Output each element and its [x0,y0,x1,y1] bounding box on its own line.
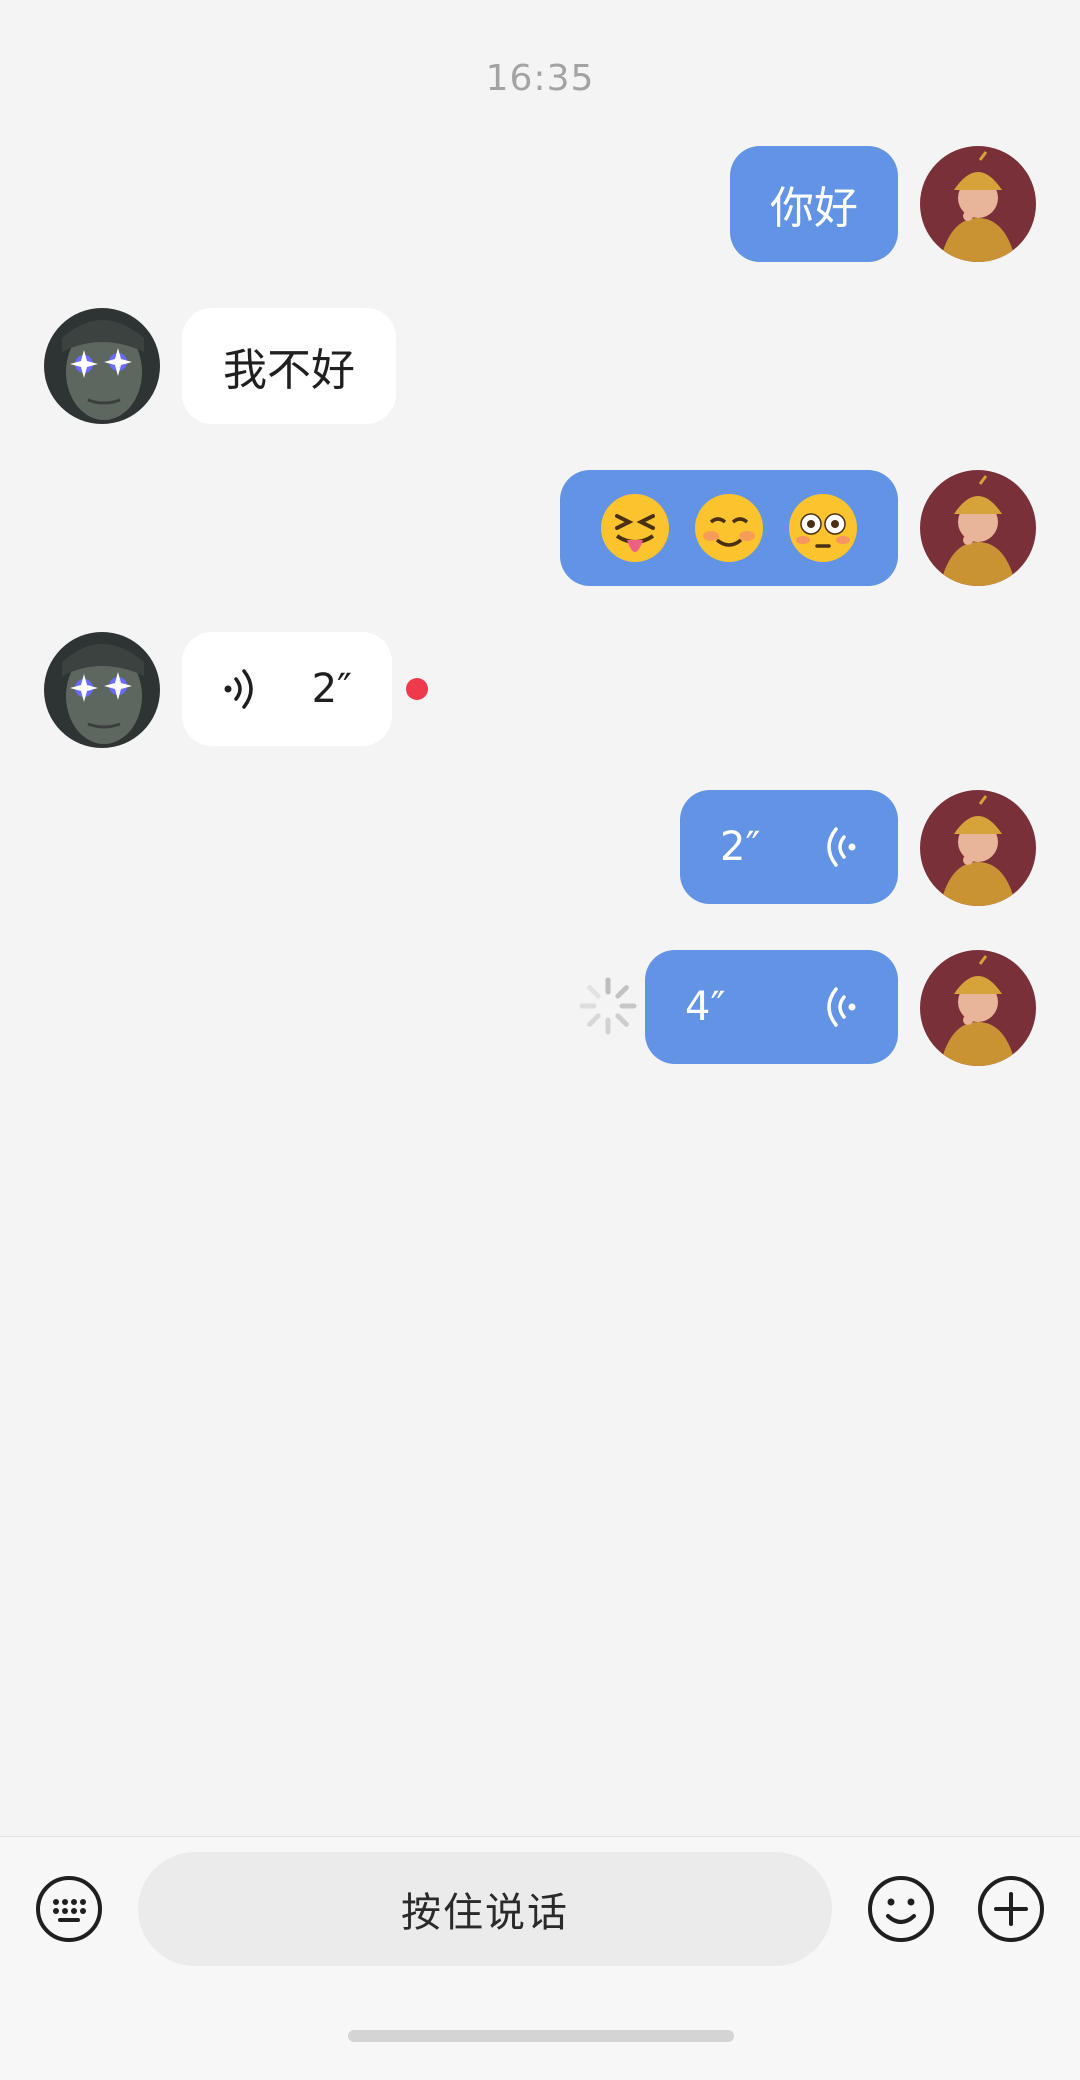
voice-duration: 2″ [311,666,352,712]
voice-wave-icon [224,669,253,709]
home-indicator[interactable] [348,2030,734,2042]
contact-voice-message[interactable]: 2″ [182,632,392,746]
smiling-face-icon [695,494,763,562]
plus-icon[interactable] [976,1874,1046,1944]
my-avatar[interactable] [920,950,1036,1066]
flushed-face-icon [789,494,857,562]
squinting-tongue-face-icon [601,494,669,562]
my-emoji-message-bubble[interactable] [560,470,898,586]
emoji-icon[interactable] [866,1874,936,1944]
voice-duration: 2″ [720,824,761,870]
my-message-bubble[interactable]: 你好 [730,146,898,262]
voice-duration: 4″ [685,984,726,1030]
voice-wave-icon [827,987,856,1027]
keyboard-icon[interactable] [34,1874,104,1944]
message-text: 你好 [770,183,858,234]
contact-message-bubble[interactable]: 我不好 [182,308,396,424]
contact-avatar[interactable] [44,632,160,748]
sending-spinner-icon [579,977,637,1035]
my-avatar[interactable] [920,790,1036,906]
unread-indicator [406,678,428,700]
my-avatar[interactable] [920,146,1036,262]
chat-timestamp: 16:35 [485,58,595,99]
my-voice-message[interactable]: 2″ [680,790,898,904]
contact-avatar[interactable] [44,308,160,424]
my-avatar[interactable] [920,470,1036,586]
hold-to-talk-button[interactable]: 按住说话 [138,1852,832,1966]
message-text: 我不好 [223,345,355,396]
voice-wave-icon [827,827,856,867]
my-voice-message[interactable]: 4″ [645,950,898,1064]
